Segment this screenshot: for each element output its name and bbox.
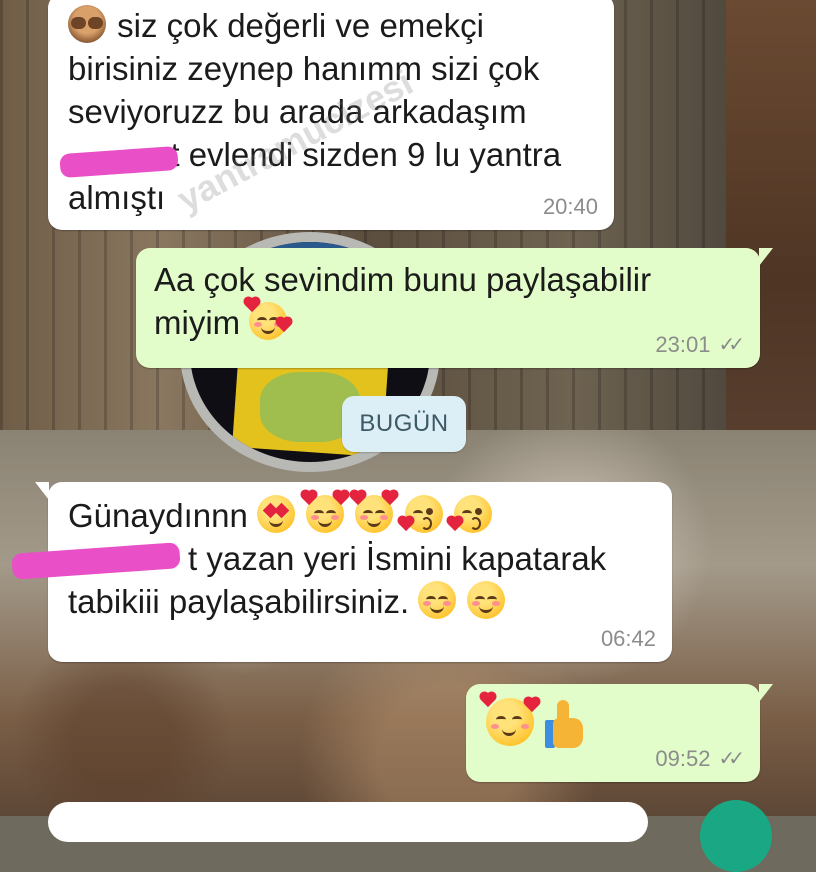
message-bubble-incoming-2[interactable]: Günaydınnn t yazan yeri İsmini kapatarak… bbox=[35, 482, 672, 662]
face-blowing-kiss-icon bbox=[447, 495, 492, 533]
date-divider-label: BUGÜN bbox=[359, 410, 449, 437]
message-time: 06:42 bbox=[600, 626, 656, 651]
message-meta: 23:01 ✓✓ bbox=[655, 332, 744, 358]
heart-eyes-icon bbox=[256, 495, 295, 533]
message-line: tabikiii paylaşabilirsiniz. bbox=[68, 580, 656, 623]
double-check-icon: ✓✓ bbox=[718, 748, 744, 770]
message-line: seviyoruzz bu arada arkadaşım bbox=[68, 93, 527, 130]
message-time: 20:40 bbox=[542, 194, 598, 219]
message-line: Günaydınnn bbox=[68, 490, 656, 537]
message-text: siz çok değerli ve emekçi bbox=[117, 7, 484, 44]
message-text: miyim bbox=[154, 304, 241, 341]
message-bubble-incoming-1[interactable]: siz çok değerli ve emekçi birisiniz zeyn… bbox=[48, 0, 614, 230]
date-divider: BUGÜN bbox=[342, 396, 466, 452]
face-blowing-kiss-icon bbox=[398, 495, 443, 533]
message-line: almıştı bbox=[68, 179, 166, 216]
message-line: birisiniz zeynep hanımm sizi çok bbox=[68, 50, 540, 87]
message-input-bar[interactable] bbox=[48, 802, 648, 842]
mic-button[interactable] bbox=[700, 800, 772, 872]
smiling-face-icon bbox=[467, 581, 506, 619]
message-text: tabikiii paylaşabilirsiniz. bbox=[68, 583, 410, 620]
see-no-evil-monkey-icon bbox=[68, 5, 106, 43]
message-bubble-outgoing-1[interactable]: Aa çok sevindim bunu paylaşabilir miyim … bbox=[136, 248, 773, 368]
wallpaper-wood-right bbox=[726, 0, 816, 470]
smiling-face-with-hearts-icon bbox=[351, 490, 398, 533]
thumbs-up-icon bbox=[545, 700, 589, 748]
message-line bbox=[480, 692, 744, 750]
smiling-face-with-hearts-icon bbox=[245, 297, 292, 340]
message-bubble-outgoing-2[interactable]: 09:52 ✓✓ bbox=[466, 684, 773, 782]
message-line: siz çok değerli ve emekçi bbox=[68, 4, 598, 47]
smiling-face-icon bbox=[418, 581, 457, 619]
message-meta: 20:40 bbox=[543, 194, 598, 220]
double-check-icon: ✓✓ bbox=[718, 334, 744, 356]
message-time: 23:01 bbox=[655, 332, 711, 357]
smiling-face-with-hearts-icon bbox=[302, 490, 349, 533]
message-time: 09:52 bbox=[655, 746, 711, 771]
message-meta: 06:42 bbox=[601, 626, 656, 652]
message-meta: 09:52 ✓✓ bbox=[655, 746, 744, 772]
message-line: Aa çok sevindim bunu paylaşabilir bbox=[154, 261, 652, 298]
message-text: Günaydınnn bbox=[68, 497, 248, 534]
smiling-face-with-hearts-icon bbox=[480, 692, 540, 746]
